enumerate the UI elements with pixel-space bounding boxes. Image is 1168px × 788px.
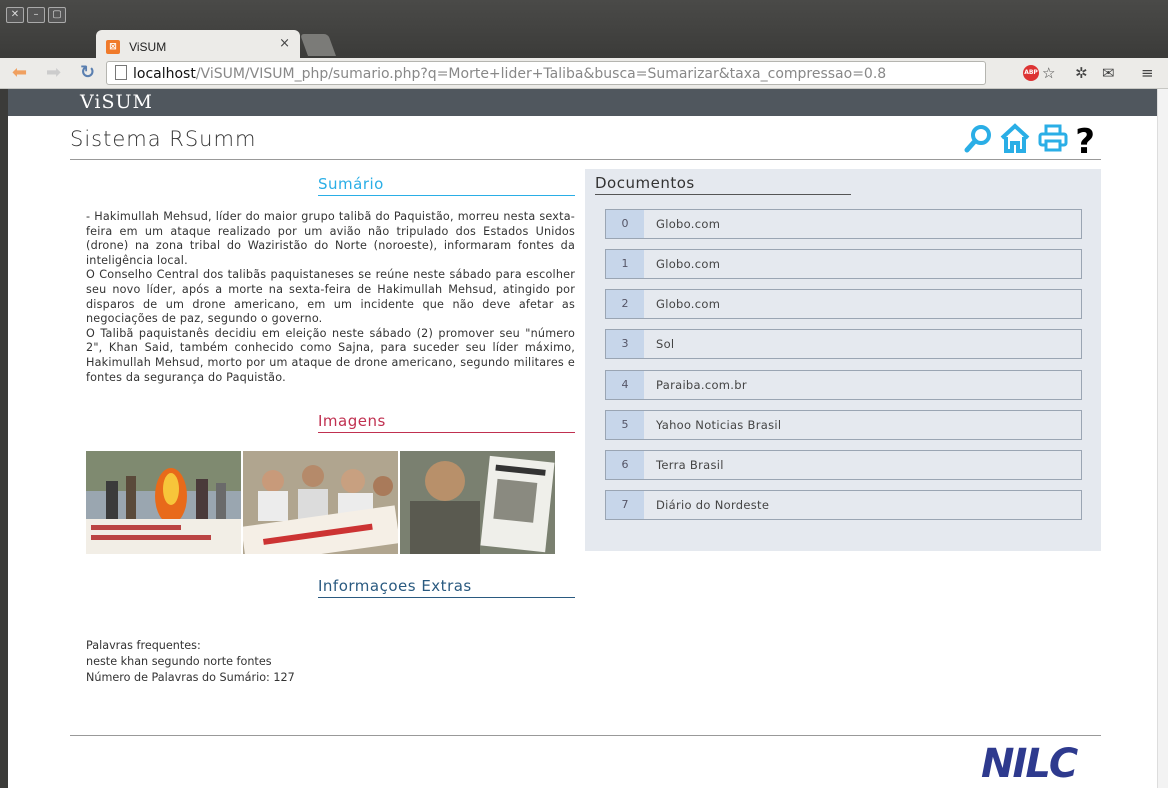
print-icon[interactable]: [1037, 123, 1069, 160]
extensions-gear-icon[interactable]: ✲: [1075, 64, 1088, 82]
document-item[interactable]: 6 Terra Brasil: [605, 450, 1082, 480]
news-photo-protest[interactable]: [243, 451, 398, 555]
document-name: Globo.com: [656, 217, 721, 231]
document-index: 2: [606, 290, 644, 318]
forward-arrow-icon[interactable]: ➡: [46, 62, 61, 83]
summary-paragraph: - Hakimullah Mehsud, líder do maior grup…: [86, 210, 575, 267]
minimize-window-icon[interactable]: –: [27, 7, 45, 23]
summary-heading: Sumário: [318, 175, 575, 196]
document-name: Diário do Nordeste: [656, 498, 770, 512]
document-name: Yahoo Noticias Brasil: [656, 418, 782, 432]
reload-icon[interactable]: ↻: [80, 62, 95, 83]
page-title: Sistema RSumm: [70, 127, 257, 151]
nilc-logo[interactable]: NILC: [981, 741, 1078, 787]
window-titlebar: ✕ – ▢ ⊠ ViSUM ×: [0, 0, 1168, 58]
xampp-icon: ⊠: [106, 39, 120, 54]
footer-divider: [70, 735, 1101, 736]
documents-heading: Documentos: [595, 174, 851, 195]
document-name: Globo.com: [656, 257, 721, 271]
adblock-icon[interactable]: ABP: [1023, 65, 1039, 81]
maximize-window-icon[interactable]: ▢: [48, 7, 66, 23]
document-item[interactable]: 4 Paraiba.com.br: [605, 370, 1082, 400]
document-item[interactable]: 3 Sol: [605, 329, 1082, 359]
mail-icon[interactable]: ✉: [1102, 64, 1115, 82]
window-controls: ✕ – ▢: [6, 7, 66, 23]
brand-logo[interactable]: ViSUM: [8, 89, 1157, 116]
tab-title: ViSUM: [129, 39, 167, 54]
news-photo-burning-flag[interactable]: [86, 451, 241, 555]
back-arrow-icon[interactable]: ⬅: [12, 62, 27, 83]
extras-info: Palavras frequentes: neste khan segundo …: [86, 638, 575, 686]
summary-paragraph: O Conselho Central dos talibãs paquistan…: [86, 268, 575, 326]
browser-tab[interactable]: ⊠ ViSUM ×: [96, 30, 300, 58]
new-tab-button[interactable]: [299, 34, 337, 56]
document-item[interactable]: 5 Yahoo Noticias Brasil: [605, 410, 1082, 440]
search-icon[interactable]: [963, 123, 993, 160]
document-name: Terra Brasil: [656, 458, 724, 472]
document-name: Sol: [656, 337, 675, 351]
document-item[interactable]: 2 Globo.com: [605, 289, 1082, 319]
home-icon[interactable]: [999, 123, 1031, 160]
document-item[interactable]: 7 Diário do Nordeste: [605, 490, 1082, 520]
document-index: 7: [606, 491, 644, 519]
document-item[interactable]: 1 Globo.com: [605, 249, 1082, 279]
frequent-words: neste khan segundo norte fontes: [86, 655, 272, 669]
header-icons: ?: [963, 123, 1095, 160]
images-heading: Imagens: [318, 412, 575, 434]
document-item[interactable]: 0 Globo.com: [605, 209, 1082, 239]
tab-close-icon[interactable]: ×: [279, 36, 290, 51]
summary-column: Sumário - Hakimullah Mehsud, líder do ma…: [86, 174, 575, 686]
site-header: Sistema RSumm ?: [70, 123, 1101, 160]
page-icon: [115, 65, 127, 80]
documents-panel: Documentos 0 Globo.com 1 Globo.com 2 Globo.…: [585, 169, 1101, 551]
summary-text: - Hakimullah Mehsud, líder do maior grup…: [86, 210, 575, 385]
help-icon[interactable]: ?: [1075, 125, 1095, 159]
browser-toolbar: ⬅ ➡ ↻ localhost/ViSUM/VISUM_php/sumario.…: [0, 58, 1168, 89]
window-left-edge: [0, 89, 8, 788]
url-host: localhost: [133, 66, 196, 82]
menu-icon[interactable]: ≡: [1141, 64, 1154, 82]
document-index: 6: [606, 451, 644, 479]
frequent-words-label: Palavras frequentes:: [86, 639, 201, 653]
document-name: Globo.com: [656, 297, 721, 311]
site-topbar: ViSUM: [8, 89, 1157, 116]
page-content: ViSUM Sistema RSumm ? Sumário - Hakimull…: [8, 89, 1157, 788]
document-index: 3: [606, 330, 644, 358]
close-window-icon[interactable]: ✕: [6, 7, 24, 23]
news-photo-newspaper[interactable]: [400, 451, 555, 555]
url-path: /ViSUM/VISUM_php/sumario.php?q=Morte+lid…: [195, 66, 887, 82]
summary-paragraph: O Talibã paquistanês decidiu em eleição …: [86, 326, 575, 384]
document-name: Paraiba.com.br: [656, 378, 747, 392]
document-index: 1: [606, 250, 644, 278]
summary-word-count: Número de Palavras do Sumário: 127: [86, 671, 295, 685]
bookmark-star-icon[interactable]: ☆: [1042, 64, 1055, 82]
image-gallery: [86, 451, 575, 555]
extras-heading: Informaçoes Extras: [318, 577, 575, 599]
address-bar[interactable]: localhost/ViSUM/VISUM_php/sumario.php?q=…: [106, 61, 986, 85]
document-index: 0: [606, 210, 644, 238]
document-index: 4: [606, 371, 644, 399]
document-index: 5: [606, 411, 644, 439]
vertical-scrollbar[interactable]: [1157, 89, 1168, 788]
